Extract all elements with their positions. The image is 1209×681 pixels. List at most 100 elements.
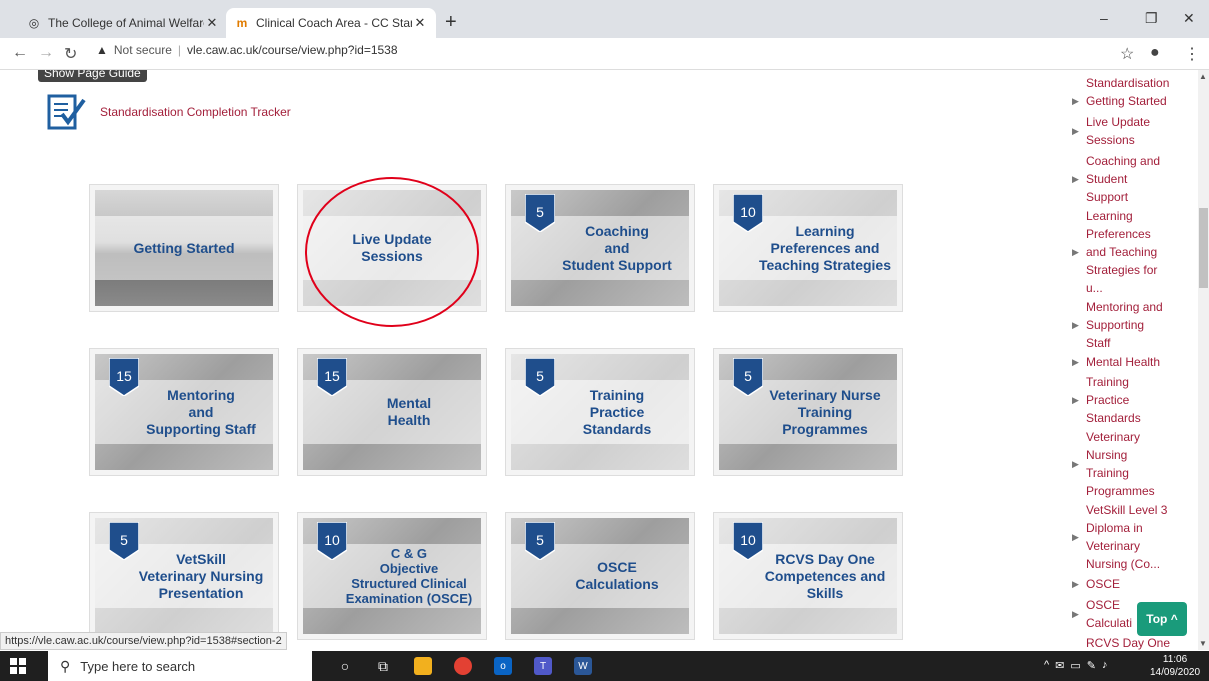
system-tray: ^ ✉ ▭ ✎ ♪: [1044, 659, 1108, 672]
expand-arrow-icon: ▶: [1072, 458, 1079, 469]
chrome-icon[interactable]: [454, 657, 472, 675]
sidebar-item-coaching[interactable]: ▶ Coaching and Student Support: [1066, 152, 1198, 206]
address-bar[interactable]: ▲ Not secure | vle.caw.ac.uk/course/view…: [96, 43, 398, 57]
sidebar-item-label: Mentoring and Supporting Staff: [1086, 300, 1163, 350]
close-tab-icon[interactable]: ✕: [412, 15, 428, 31]
scroll-down-icon[interactable]: ▼: [1199, 639, 1207, 648]
scroll-up-icon[interactable]: ▲: [1199, 72, 1207, 81]
menu-kebab-icon[interactable]: ⋮: [1184, 44, 1200, 64]
divider: |: [177, 43, 182, 57]
close-window-button[interactable]: ✕: [1183, 10, 1195, 27]
sidebar-item-mental-health[interactable]: ▶ Mental Health: [1066, 353, 1198, 371]
tile-image: RCVS Day One Competences and Skills 10: [719, 518, 897, 634]
time-badge-icon: 5: [524, 521, 556, 561]
mail-icon[interactable]: ✉: [1055, 659, 1064, 672]
course-navigation-sidebar: Standardisation ▶ Getting Started ▶ Live…: [1066, 70, 1198, 650]
tile-label: Getting Started: [133, 239, 235, 256]
tile-getting-started[interactable]: Getting Started: [89, 184, 279, 312]
sidebar-item-label: Live Update Sessions: [1086, 115, 1151, 147]
browser-tab-bar: ◎ The College of Animal Welfare ✕ m Clin…: [0, 0, 1209, 38]
system-clock[interactable]: 11:06 14/09/2020: [1150, 653, 1200, 679]
chevron-up-icon[interactable]: ^: [1044, 659, 1049, 672]
tile-image: Coaching and Student Support 5: [511, 190, 689, 306]
time-badge-icon: 5: [732, 357, 764, 397]
search-icon: ⚲: [60, 657, 71, 674]
clock-date: 14/09/2020: [1150, 667, 1201, 678]
back-to-top-button[interactable]: Top ^: [1137, 602, 1187, 636]
sidebar-item-training-practice[interactable]: ▶ Training Practice Standards: [1066, 373, 1198, 427]
sidebar-item-learning-preferences[interactable]: ▶ Learning Preferences and Teaching Stra…: [1066, 207, 1198, 297]
sidebar-item-rcvs[interactable]: RCVS Day One: [1066, 634, 1198, 650]
new-tab-button[interactable]: +: [445, 12, 457, 32]
windows-start-icon[interactable]: [10, 658, 26, 674]
tile-image: Training Practice Standards 5: [511, 354, 689, 470]
sidebar-item-mentoring[interactable]: ▶ Mentoring and Supporting Staff: [1066, 298, 1198, 352]
sidebar-item-label: OSCE Calculati: [1086, 598, 1133, 630]
time-badge-icon: 10: [732, 193, 764, 233]
close-tab-icon[interactable]: ✕: [204, 15, 220, 31]
word-icon[interactable]: W: [574, 657, 592, 675]
star-bookmark-icon[interactable]: ☆: [1120, 44, 1134, 64]
reload-icon[interactable]: ↻: [64, 44, 77, 64]
badge-number: 10: [740, 204, 756, 220]
cortana-icon[interactable]: ○: [336, 657, 354, 675]
sidebar-item-standardisation[interactable]: Standardisation: [1066, 74, 1198, 92]
page-guide-tooltip[interactable]: Show Page Guide: [38, 70, 147, 82]
tile-coaching-student-support[interactable]: Coaching and Student Support 5: [505, 184, 695, 312]
tab-title: Clinical Coach Area - CC Standar: [256, 16, 412, 30]
sidebar-item-vetskill[interactable]: ▶ VetSkill Level 3 Diploma in Veterinary…: [1066, 501, 1198, 573]
time-badge-icon: 5: [524, 357, 556, 397]
tile-vetskill-presentation[interactable]: VetSkill Veterinary Nursing Presentation…: [89, 512, 279, 640]
sidebar-item-osce[interactable]: ▶ OSCE: [1066, 575, 1198, 593]
forward-arrow-icon[interactable]: →: [38, 44, 54, 62]
expand-arrow-icon: ▶: [1072, 173, 1079, 184]
tile-mental-health[interactable]: Mental Health 15: [297, 348, 487, 476]
file-explorer-icon[interactable]: [414, 657, 432, 675]
tab-college-of-animal-welfare[interactable]: ◎ The College of Animal Welfare ✕: [18, 8, 228, 38]
tile-osce-calculations[interactable]: OSCE Calculations 5: [505, 512, 695, 640]
url-text: vle.caw.ac.uk/course/view.php?id=1538: [187, 43, 398, 57]
time-badge-icon: 10: [316, 521, 348, 561]
sidebar-item-getting-started[interactable]: ▶ Getting Started: [1066, 92, 1198, 110]
tile-training-practice-standards[interactable]: Training Practice Standards 5: [505, 348, 695, 476]
minimize-button[interactable]: –: [1100, 10, 1108, 26]
scrollbar-thumb[interactable]: [1199, 208, 1208, 288]
sidebar-item-label: OSCE: [1086, 577, 1121, 591]
sidebar-item-veterinary-nursing[interactable]: ▶ Veterinary Nursing Training Programmes: [1066, 428, 1198, 500]
tile-learning-preferences[interactable]: Learning Preferences and Teaching Strate…: [713, 184, 903, 312]
sidebar-item-live-update[interactable]: ▶ Live Update Sessions: [1066, 113, 1198, 149]
tab-clinical-coach-area[interactable]: m Clinical Coach Area - CC Standar ✕: [226, 8, 436, 38]
clock-time: 11:06: [1162, 654, 1188, 665]
search-placeholder: Type here to search: [80, 658, 196, 674]
highlight-circle: [305, 177, 479, 327]
expand-arrow-icon: ▶: [1072, 578, 1079, 589]
sidebar-item-label: Training Practice Standards: [1086, 375, 1141, 425]
profile-avatar-icon[interactable]: ●: [1150, 44, 1160, 62]
sidebar-item-label: Standardisation: [1086, 76, 1170, 90]
tile-image: Learning Preferences and Teaching Strate…: [719, 190, 897, 306]
sidebar-item-label: VetSkill Level 3 Diploma in Veterinary N…: [1086, 503, 1168, 571]
tile-mentoring-supporting-staff[interactable]: Mentoring and Supporting Staff 15: [89, 348, 279, 476]
teams-icon[interactable]: T: [534, 657, 552, 675]
time-badge-icon: 10: [732, 521, 764, 561]
tile-image: OSCE Calculations 5: [511, 518, 689, 634]
badge-number: 5: [536, 204, 544, 220]
sidebar-item-label: Learning Preferences and Teaching Strate…: [1086, 209, 1158, 295]
sidebar-item-label: RCVS Day One: [1086, 636, 1171, 650]
outlook-icon[interactable]: o: [494, 657, 512, 675]
back-arrow-icon[interactable]: ←: [12, 44, 28, 62]
completion-tracker-link[interactable]: Standardisation Completion Tracker: [100, 105, 291, 119]
tile-rcvs-day-one[interactable]: RCVS Day One Competences and Skills 10: [713, 512, 903, 640]
network-icon[interactable]: ▭: [1070, 659, 1080, 672]
expand-arrow-icon: ▶: [1072, 531, 1079, 542]
pen-icon[interactable]: ✎: [1087, 659, 1096, 672]
scrollbar[interactable]: ▲ ▼: [1198, 70, 1209, 650]
task-view-icon[interactable]: ⧉: [374, 657, 392, 675]
tile-veterinary-nurse-training[interactable]: Veterinary Nurse Training Programmes 5: [713, 348, 903, 476]
taskbar-search[interactable]: ⚲ Type here to search: [48, 651, 312, 681]
volume-icon[interactable]: ♪: [1102, 659, 1108, 672]
tile-image: Getting Started: [95, 190, 273, 306]
tile-cg-osce[interactable]: C & G Objective Structured Clinical Exam…: [297, 512, 487, 640]
checklist-icon: [47, 94, 86, 130]
maximize-button[interactable]: ❐: [1145, 10, 1158, 27]
